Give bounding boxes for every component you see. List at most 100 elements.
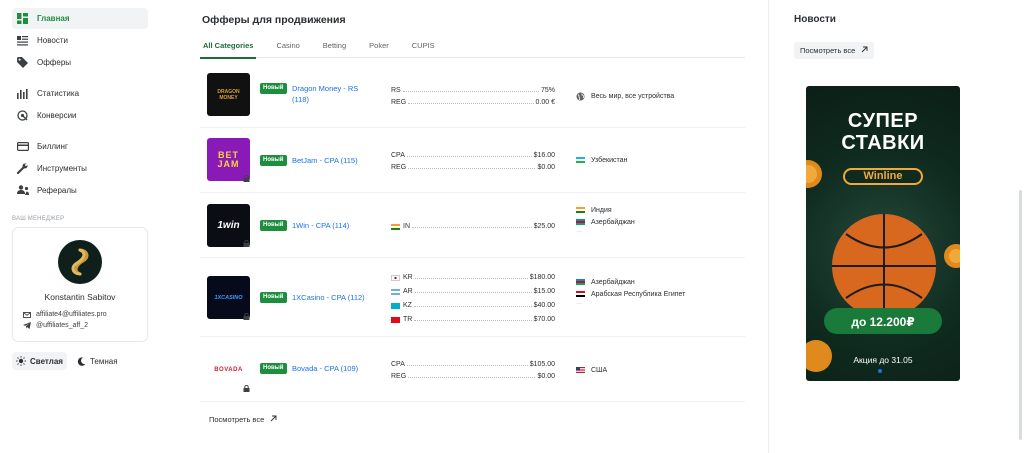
tab-casino[interactable]: Casino — [273, 38, 302, 58]
news-icon — [16, 34, 29, 47]
offer-row[interactable]: DRAGON MONEY Новый Dragon Money - RS (11… — [200, 66, 745, 128]
sun-icon — [16, 356, 26, 366]
flag-az-icon — [576, 219, 586, 225]
lock-icon — [243, 385, 250, 392]
metric-row: CPA $16.00 — [391, 152, 555, 159]
tab-betting[interactable]: Betting — [320, 38, 349, 58]
offer-logo-text: 1win — [217, 220, 240, 231]
sidebar-item-label: Инструменты — [37, 164, 87, 173]
conversion-icon — [16, 109, 29, 122]
referral-icon — [16, 184, 29, 197]
offer-name-link[interactable]: BetJam - CPA (115) — [292, 155, 372, 166]
news-banner[interactable]: СУПЕР СТАВКИ Winline до 12.200₽ Акция до… — [806, 86, 960, 381]
offers-section: Офферы для продвижения All Categories Ca… — [200, 0, 745, 402]
theme-dark-button[interactable]: Темная — [73, 352, 122, 370]
offer-geo: Индия Азербайджан ... — [576, 204, 736, 236]
lock-icon — [243, 175, 250, 182]
banner-headline-1: СУПЕР — [847, 110, 919, 132]
offer-metrics: KR $180.00 AR $15.00 KZ $40.00 TR $70.00 — [391, 267, 555, 323]
offer-geo: Узбекистан — [576, 154, 736, 166]
sidebar-item-statistics[interactable]: Статистика — [12, 83, 148, 104]
offer-name-link[interactable]: 1Win - CPA (114) — [292, 220, 372, 231]
flag-ar-icon — [391, 288, 400, 295]
arrow-up-right-icon — [270, 415, 277, 424]
manager-email[interactable]: affiliate4@uffiliates.pro — [23, 311, 137, 318]
offer-geo: США — [576, 364, 736, 376]
offer-row[interactable]: BOVADA Новый Bovada - CPA (109) CPA $105.… — [200, 337, 745, 402]
sidebar-item-home[interactable]: Главная — [12, 8, 148, 29]
theme-light-label: Светлая — [30, 356, 63, 366]
flag-in-icon — [391, 223, 400, 230]
tab-poker[interactable]: Poker — [366, 38, 392, 58]
column-divider — [768, 0, 769, 453]
manager-card: Konstantin Sabitov affiliate4@uffiliates… — [12, 227, 148, 342]
metric-row: KZ $40.00 — [391, 295, 555, 309]
manager-email-text: affiliate4@uffiliates.pro — [36, 311, 107, 318]
telegram-icon — [23, 322, 33, 329]
manager-telegram[interactable]: @uffiliates_aff_2 — [23, 322, 137, 329]
offer-row[interactable]: 1win Новый 1Win - CPA (114) IN $25.00 Инд… — [200, 193, 745, 258]
geo-item: Арабская Республика Египет — [576, 288, 736, 300]
tab-cupis[interactable]: CUPIS — [409, 38, 438, 58]
metric-row: RS 75% — [391, 87, 555, 94]
banner-pagination-dot[interactable] — [878, 369, 882, 373]
flag-us-icon — [576, 367, 586, 373]
theme-light-button[interactable]: Светлая — [12, 352, 67, 370]
card-icon — [16, 140, 29, 153]
offer-name-link[interactable]: 1XCasino - CPA (112) — [292, 292, 372, 303]
news-see-all-button[interactable]: Посмотреть все — [794, 42, 875, 59]
banner-brand-logo: Winline — [843, 168, 923, 185]
geo-more[interactable]: ... — [577, 228, 736, 236]
flag-eg-icon — [576, 291, 586, 297]
metric-row: IN $25.00 — [391, 218, 555, 230]
geo-item: США — [576, 364, 736, 376]
tab-all-categories[interactable]: All Categories — [200, 38, 257, 59]
geo-item: Весь мир, все устройства — [576, 90, 736, 102]
offer-metrics: RS 75% REG 0.00 € — [391, 82, 555, 106]
flag-in-icon — [576, 207, 586, 213]
flag-kz-icon — [391, 302, 400, 309]
lock-icon — [243, 313, 250, 320]
sidebar-item-tools[interactable]: Инструменты — [12, 158, 148, 179]
banner-amount: до 12.200₽ — [851, 315, 915, 329]
geo-item: Узбекистан — [576, 154, 736, 166]
mail-icon — [23, 311, 33, 318]
theme-switcher: Светлая Темная — [12, 352, 148, 370]
sidebar-item-label: Офферы — [37, 58, 72, 67]
sidebar-item-label: Конверсии — [37, 111, 77, 120]
wrench-icon — [16, 162, 29, 175]
metric-row: KR $180.00 — [391, 267, 555, 281]
sidebar-item-news[interactable]: Новости — [12, 30, 148, 51]
dashboard-icon — [16, 12, 29, 25]
offer-row[interactable]: BET JAM Новый BetJam - CPA (115) CPA $16.… — [200, 128, 745, 193]
offer-logo-text: BOVADA — [214, 366, 243, 373]
sidebar-item-conversions[interactable]: Конверсии — [12, 105, 148, 126]
scrollbar[interactable] — [1019, 190, 1022, 440]
offer-logo-text: BET JAM — [217, 149, 240, 169]
new-badge: Новый — [260, 155, 287, 166]
manager-telegram-text: @uffiliates_aff_2 — [36, 322, 88, 329]
page-title: Офферы для продвижения — [202, 14, 346, 26]
offer-row[interactable]: 1XCASINO Новый 1XCasino - CPA (112) KR $1… — [200, 258, 745, 337]
new-badge: Новый — [260, 292, 287, 303]
offer-logo-text: 1XCASINO — [214, 294, 243, 301]
metric-row: REG $0.00 — [391, 373, 555, 380]
geo-item: Азербайджан — [576, 276, 736, 288]
new-badge: Новый — [260, 220, 287, 231]
geo-item: Индия — [576, 204, 736, 216]
new-badge: Новый — [260, 363, 287, 374]
geo-more[interactable]: ... — [577, 300, 736, 308]
sidebar-item-billing[interactable]: Биллинг — [12, 136, 148, 157]
offer-logo-text: DRAGON MONEY — [217, 88, 240, 101]
offer-name-link[interactable]: Dragon Money - RS (118) — [292, 83, 372, 105]
sidebar-item-label: Статистика — [37, 89, 80, 98]
offer-name-link[interactable]: Bovada - CPA (109) — [292, 363, 372, 374]
sidebar-item-referrals[interactable]: Рефералы — [12, 180, 148, 201]
sidebar-item-offers[interactable]: Офферы — [12, 52, 148, 73]
news-title: Новости — [794, 14, 836, 25]
offers-see-all-link[interactable]: Посмотреть все — [209, 415, 277, 424]
globe-icon — [576, 92, 586, 101]
manager-name: Konstantin Sabitov — [44, 292, 116, 302]
banner-headline-2: СТАВКИ — [841, 132, 925, 154]
moon-icon — [77, 356, 86, 366]
